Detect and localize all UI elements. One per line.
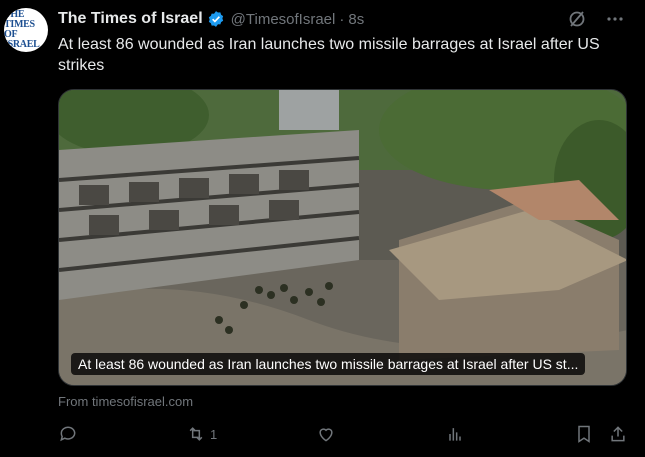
share-button[interactable] [608,424,628,444]
avatar-line-2: OF ISRAEL [4,29,40,50]
separator: · [339,10,345,28]
bookmark-icon [578,425,590,443]
more-icon[interactable] [605,9,625,29]
article-photo [59,90,626,385]
tweet-header: The Times of Israel @TimesofIsrael · 8s [58,8,625,30]
card-caption: At least 86 wounded as Iran launches two… [71,353,586,375]
verified-badge-icon [208,11,223,27]
tweet-text: At least 86 wounded as Iran launches two… [58,36,600,74]
share-icon [611,426,625,442]
avatar-line-1: THE TIMES [4,9,35,30]
author-name[interactable]: The Times of Israel [58,10,203,28]
card-source[interactable]: From timesofisrael.com [58,394,193,409]
author-handle[interactable]: @TimesofIsrael [231,11,336,28]
grok-icon[interactable] [567,9,587,29]
retweet-button[interactable]: 1 [186,424,217,444]
views-icon [449,428,461,441]
reply-icon [60,426,76,442]
avatar[interactable]: THE TIMES OF ISRAEL [4,8,48,52]
reply-button[interactable] [58,424,78,444]
views-button[interactable] [445,424,465,444]
bookmark-button[interactable] [574,424,594,444]
action-bar: 1 [58,420,628,450]
timestamp[interactable]: 8s [348,11,364,28]
retweet-count: 1 [210,426,218,442]
retweet-icon [189,427,203,441]
like-button[interactable] [316,424,336,444]
link-card[interactable]: At least 86 wounded as Iran launches two… [58,89,627,386]
like-icon [319,428,333,442]
